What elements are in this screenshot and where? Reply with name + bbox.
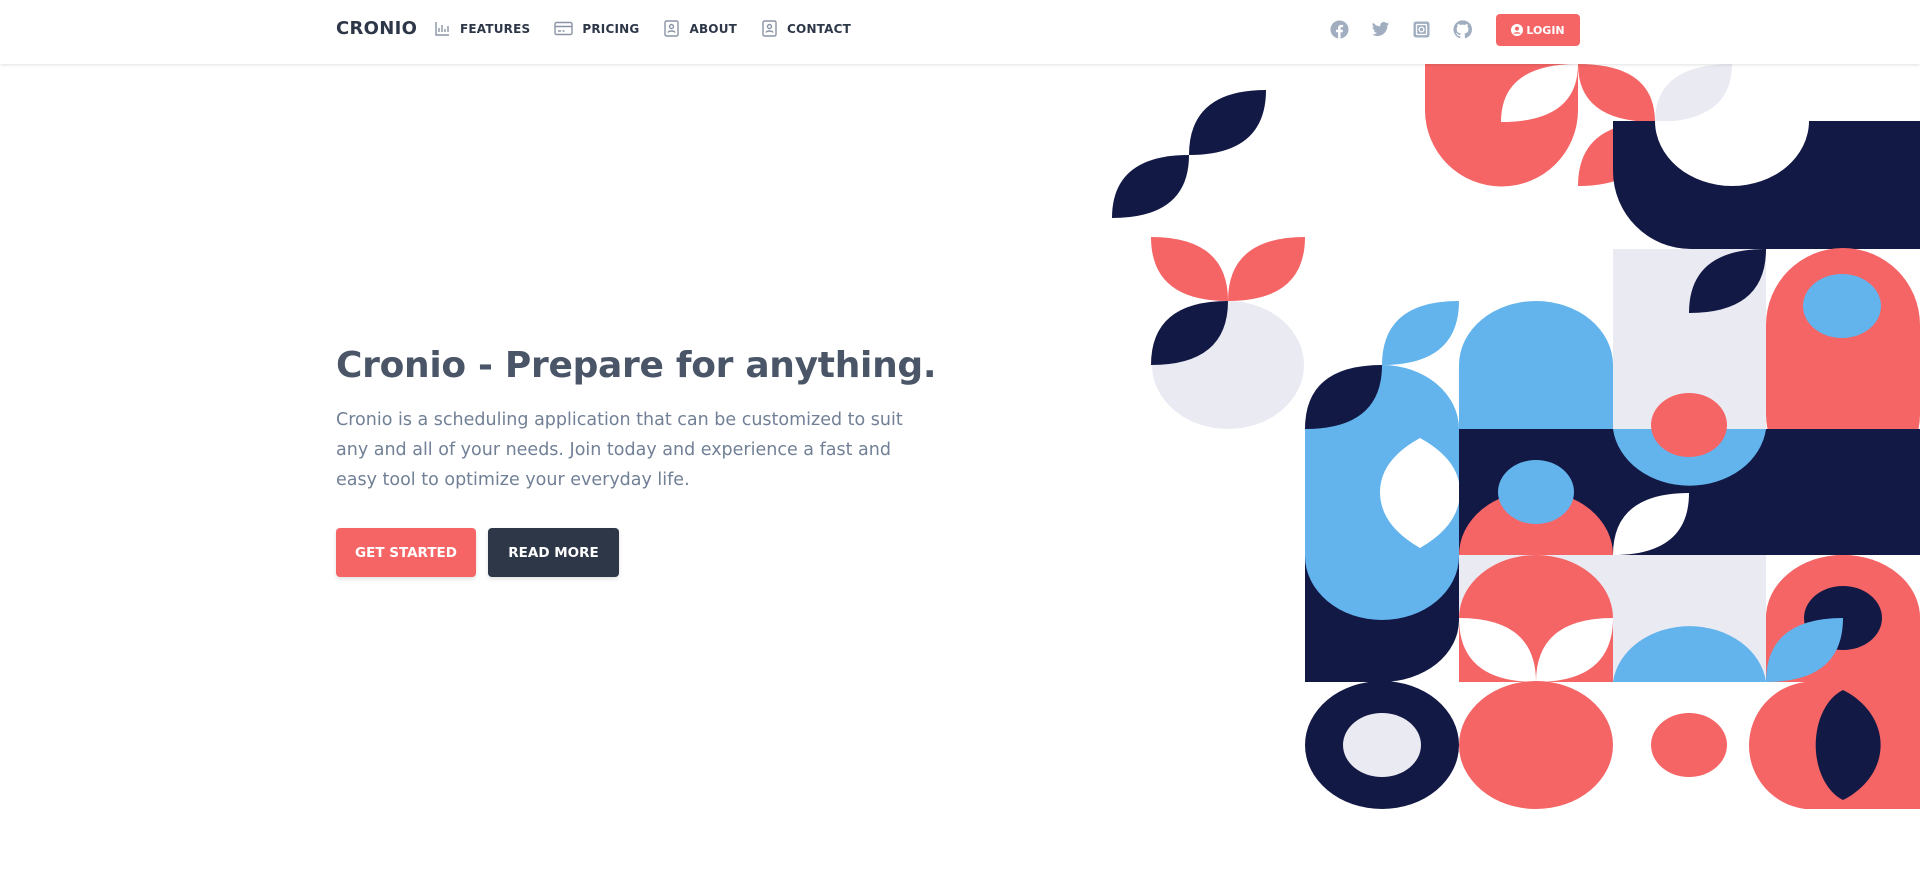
nav-links: FEATURES PRICING ABOUT CONTACT bbox=[434, 20, 875, 37]
credit-card-icon bbox=[554, 20, 574, 37]
github-icon[interactable] bbox=[1453, 20, 1472, 39]
contact-card-icon bbox=[761, 20, 778, 37]
nav-label: FEATURES bbox=[460, 21, 531, 36]
read-more-button[interactable]: READ MORE bbox=[488, 528, 619, 577]
hero-description: Cronio is a scheduling application that … bbox=[336, 410, 903, 490]
brand-logo[interactable]: CRONIO bbox=[336, 18, 417, 39]
nav-link-contact[interactable]: CONTACT bbox=[761, 20, 851, 37]
facebook-icon[interactable] bbox=[1330, 20, 1349, 39]
nav-link-pricing[interactable]: PRICING bbox=[554, 20, 639, 37]
get-started-button[interactable]: GET STARTED bbox=[336, 528, 476, 577]
bar-chart-icon bbox=[434, 20, 451, 37]
nav-label: ABOUT bbox=[689, 21, 738, 36]
nav-link-features[interactable]: FEATURES bbox=[434, 20, 530, 37]
twitter-icon[interactable] bbox=[1371, 20, 1390, 39]
login-button[interactable]: LOGIN bbox=[1496, 14, 1580, 46]
navbar: CRONIO FEATURES PRICING ABOUT CONTACT LO… bbox=[0, 0, 1920, 64]
social-links bbox=[1330, 20, 1494, 39]
contact-card-icon bbox=[663, 20, 680, 37]
user-circle-icon bbox=[1511, 24, 1524, 36]
geometric-illustration bbox=[1112, 64, 1920, 809]
instagram-icon[interactable] bbox=[1412, 20, 1431, 39]
login-label: LOGIN bbox=[1526, 23, 1565, 37]
nav-label: CONTACT bbox=[787, 21, 852, 36]
nav-label: PRICING bbox=[582, 21, 640, 36]
nav-link-about[interactable]: ABOUT bbox=[663, 20, 737, 37]
hero-title: Cronio - Prepare for anything. bbox=[336, 345, 937, 386]
